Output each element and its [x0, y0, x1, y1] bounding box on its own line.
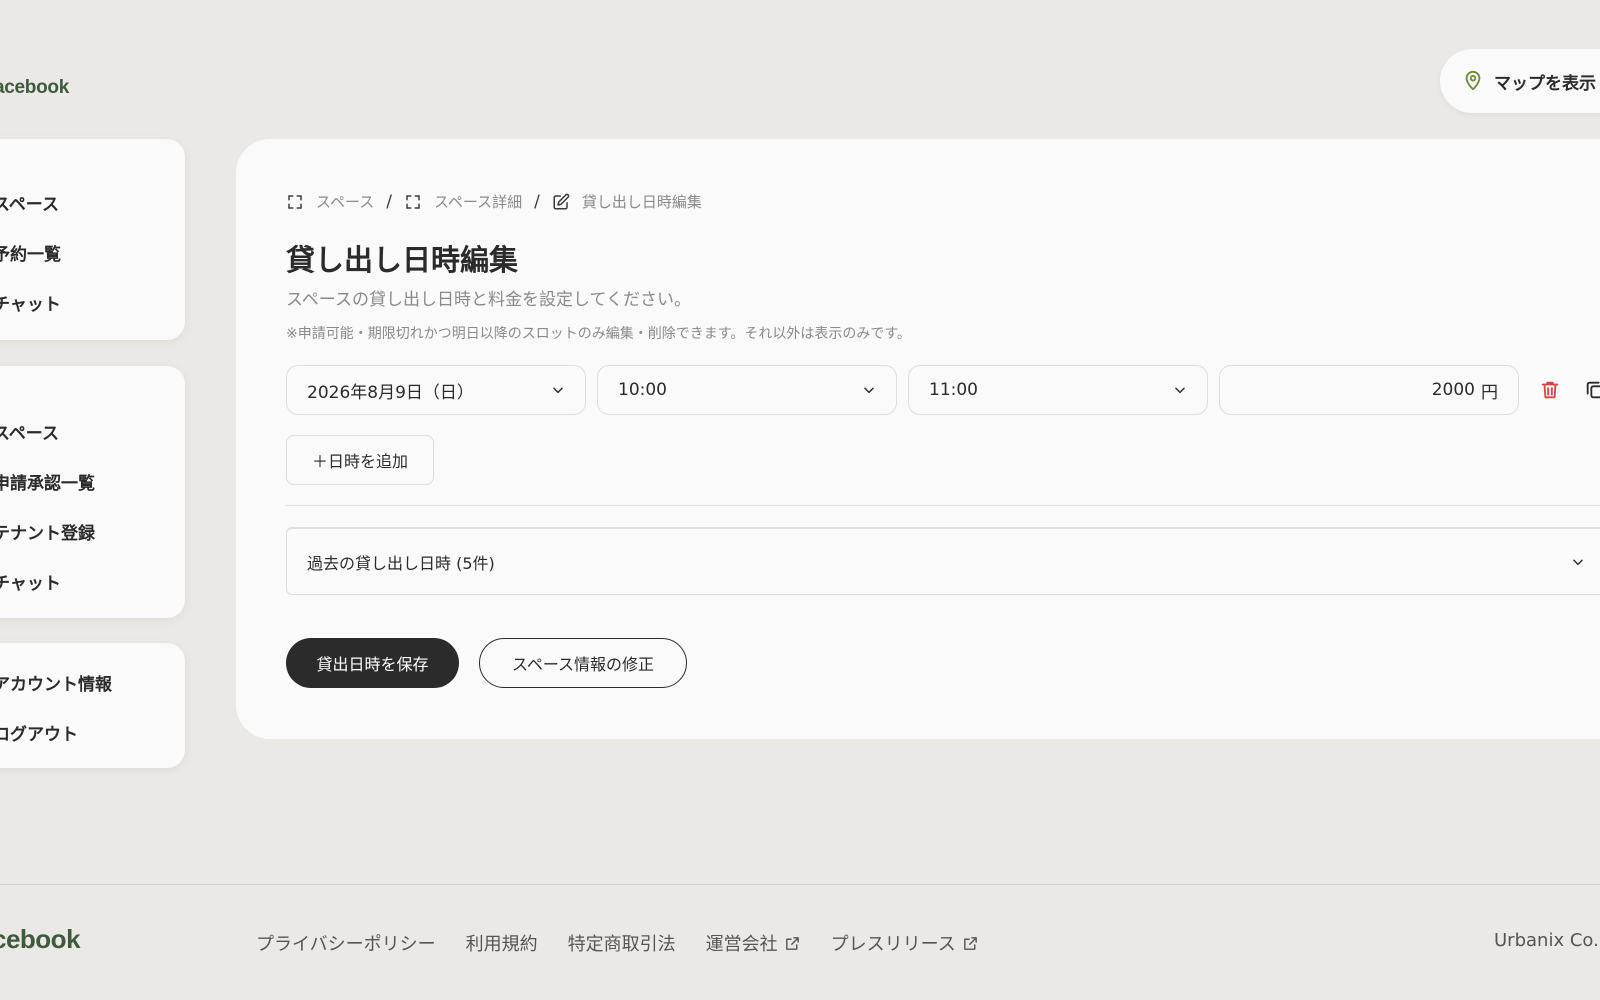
sidebar-group-account: アカウント情報 ログアウト: [0, 643, 185, 768]
date-select-value: 2026年8月9日（日）: [307, 382, 474, 403]
start-time-value: 10:00: [618, 380, 667, 400]
breadcrumb-separator: /: [534, 191, 540, 212]
footer-links: プライバシーポリシー 利用規約 特定商取引法 運営会社 プレスリリース: [256, 930, 979, 956]
breadcrumb-space-detail[interactable]: スペース詳細: [404, 191, 522, 212]
price-input[interactable]: 2000 円: [1219, 365, 1519, 415]
end-time-select[interactable]: 11:00: [908, 365, 1208, 415]
chevron-down-icon: [553, 387, 563, 394]
show-map-button[interactable]: マップを表示: [1440, 49, 1600, 113]
footer-link-company[interactable]: 運営会社: [706, 930, 801, 956]
sidebar-item-reservations[interactable]: 予約一覧: [0, 240, 61, 265]
breadcrumb-spaces[interactable]: スペース: [286, 191, 374, 212]
main-content-card: スペース / スペース詳細 / 貸し出し日時編集 貸し出し日時編集 スペースの貸…: [236, 139, 1600, 739]
footer-logo[interactable]: cebook: [0, 924, 81, 955]
sidebar-group-user: スペース 予約一覧 チャット: [0, 139, 185, 340]
sidebar-item-owner-spaces[interactable]: スペース: [0, 419, 59, 444]
price-value: 2000: [1431, 380, 1475, 400]
show-map-label: マップを表示: [1494, 73, 1596, 94]
footer-link-commerce-law[interactable]: 特定商取引法: [568, 930, 676, 956]
page-title: 貸し出し日時編集: [286, 243, 519, 277]
sidebar-item-tenant-register[interactable]: テナント登録: [0, 519, 95, 544]
start-time-select[interactable]: 10:00: [597, 365, 897, 415]
footer-link-press[interactable]: プレスリリース: [831, 930, 979, 956]
map-pin-icon: [1465, 70, 1481, 91]
sidebar-item-chat[interactable]: チャット: [0, 290, 61, 315]
external-link-icon: [785, 936, 799, 950]
breadcrumb: スペース / スペース詳細 / 貸し出し日時編集: [286, 191, 702, 212]
page-subtitle: スペースの貸し出し日時と料金を設定してください。: [286, 290, 691, 310]
delete-icon[interactable]: [1539, 379, 1561, 401]
chevron-down-icon: [1573, 559, 1583, 566]
sidebar-item-account-info[interactable]: アカウント情報: [0, 670, 112, 695]
frame-icon: [288, 194, 302, 209]
past-slots-label: 過去の貸し出し日時 (5件): [307, 553, 495, 573]
section-divider: [286, 505, 1600, 506]
edit-icon: [553, 193, 570, 209]
date-select[interactable]: 2026年8月9日（日）: [286, 365, 586, 415]
sidebar-item-spaces[interactable]: スペース: [0, 190, 59, 215]
end-time-value: 11:00: [929, 380, 978, 400]
sidebar-group-owner: スペース 申請承認一覧 テナント登録 チャット: [0, 366, 185, 618]
breadcrumb-current: 貸し出し日時編集: [552, 191, 702, 212]
breadcrumb-separator: /: [386, 191, 392, 212]
price-currency: 円: [1481, 382, 1498, 403]
frame-icon: [406, 194, 420, 209]
app-logo[interactable]: acebook: [0, 77, 69, 99]
footer-link-terms[interactable]: 利用規約: [466, 930, 538, 956]
footer-divider: [0, 884, 1600, 885]
sidebar-item-approvals[interactable]: 申請承認一覧: [0, 469, 95, 494]
add-slot-button[interactable]: ＋日時を追加: [286, 435, 434, 485]
save-slots-button[interactable]: 貸出日時を保存: [286, 638, 459, 688]
copy-icon[interactable]: [1584, 379, 1600, 401]
footer-copyright: Urbanix Co.: [1494, 930, 1599, 951]
chevron-down-icon: [864, 387, 874, 394]
footer-link-privacy[interactable]: プライバシーポリシー: [256, 930, 436, 956]
external-link-icon: [963, 936, 977, 950]
sidebar-item-owner-chat[interactable]: チャット: [0, 569, 61, 594]
chevron-down-icon: [1175, 387, 1185, 394]
edit-note: ※申請可能・期限切れかつ明日以降のスロットのみ編集・削除できます。それ以外は表示…: [286, 326, 911, 342]
sidebar-item-logout[interactable]: ログアウト: [0, 720, 78, 745]
past-slots-accordion[interactable]: 過去の貸し出し日時 (5件): [286, 527, 1600, 595]
edit-space-info-button[interactable]: スペース情報の修正: [479, 638, 687, 688]
